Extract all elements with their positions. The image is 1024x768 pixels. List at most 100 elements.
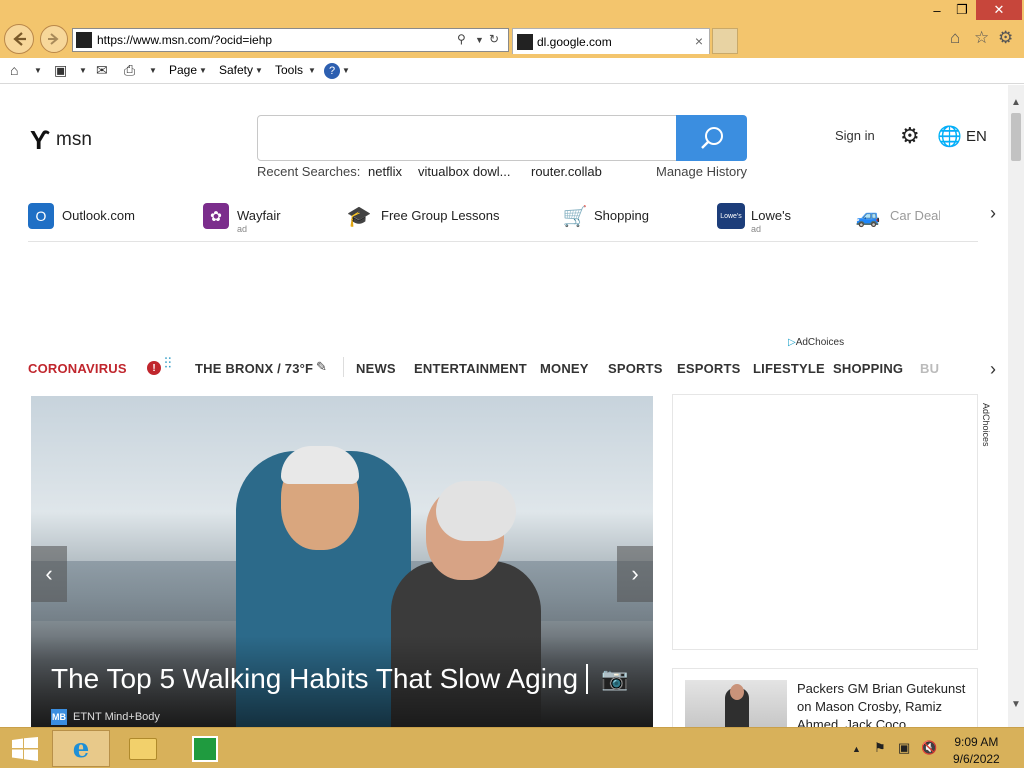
quicklink-label: Shopping bbox=[594, 208, 649, 223]
quicklink-car-deal[interactable]: 🚙 Car Deal bbox=[855, 203, 940, 237]
ad-slot[interactable]: AdChoices bbox=[672, 394, 991, 650]
wayfair-icon: ✿ bbox=[203, 203, 229, 229]
quicklink-label: Outlook.com bbox=[62, 208, 135, 223]
search-icon[interactable]: ⚲ bbox=[457, 32, 466, 46]
print-dropdown-icon[interactable]: ▼ bbox=[149, 66, 157, 75]
hero-image-figure bbox=[281, 446, 359, 484]
feed-dropdown-icon[interactable]: ▼ bbox=[79, 66, 87, 75]
scroll-up-icon[interactable]: ▲ bbox=[1011, 97, 1021, 108]
page-menu[interactable]: Page bbox=[169, 63, 197, 77]
quicklink-outlook[interactable]: O Outlook.com bbox=[28, 203, 148, 237]
msn-butterfly-icon[interactable]: ϒ bbox=[30, 125, 50, 156]
rain-weather-icon: ⫶⫶ bbox=[164, 355, 172, 372]
nav-shopping[interactable]: SHOPPING bbox=[833, 361, 903, 376]
windows-logo-icon bbox=[12, 736, 38, 761]
nav-next-arrow-icon[interactable]: › bbox=[990, 359, 996, 380]
taskbar-store[interactable] bbox=[176, 730, 234, 767]
search-input[interactable] bbox=[257, 115, 677, 161]
adchoices-label: AdChoices bbox=[795, 337, 845, 348]
news-card[interactable]: Packers GM Brian Gutekunst on Mason Cros… bbox=[672, 668, 978, 727]
nav-esports[interactable]: ESPORTS bbox=[677, 361, 741, 376]
edit-pencil-icon[interactable]: ✎ bbox=[316, 359, 327, 375]
browser-titlebar: https://www.msn.com/?ocid=iehp ⚲ ▼ ↻ dl.… bbox=[0, 0, 1024, 58]
adchoices-link[interactable]: ▷AdChoices bbox=[788, 337, 844, 348]
vertical-scrollbar[interactable]: ▲ ▼ bbox=[1008, 85, 1024, 727]
quicklink-lowes[interactable]: Lowe's Lowe's ad bbox=[717, 203, 807, 237]
store-icon bbox=[192, 735, 218, 762]
favorites-star-icon[interactable]: ☆ bbox=[974, 28, 989, 48]
restore-button[interactable]: ❐ bbox=[950, 0, 974, 20]
chevron-down-icon: ▼ bbox=[308, 66, 316, 75]
nav-business[interactable]: BU bbox=[920, 361, 939, 376]
nav-lifestyle[interactable]: LIFESTYLE bbox=[753, 361, 825, 376]
ad-label: ad bbox=[237, 224, 248, 234]
back-button[interactable] bbox=[4, 24, 34, 54]
hero-source[interactable]: ETNT Mind+Body bbox=[73, 711, 160, 723]
close-window-button[interactable]: ✕ bbox=[976, 0, 1022, 20]
carousel-prev-button[interactable]: ‹ bbox=[31, 546, 67, 602]
nav-entertainment[interactable]: ENTERTAINMENT bbox=[414, 361, 527, 376]
gear-icon[interactable]: ⚙ bbox=[900, 123, 920, 149]
system-clock[interactable]: 9:09 AM 9/6/2022 bbox=[953, 734, 1000, 768]
network-icon[interactable]: ▣ bbox=[898, 740, 910, 756]
home-dropdown-icon[interactable]: ▼ bbox=[34, 66, 42, 75]
recent-search-item[interactable]: netflix bbox=[368, 164, 402, 179]
search-button[interactable] bbox=[676, 115, 747, 161]
nav-sports[interactable]: SPORTS bbox=[608, 361, 663, 376]
manage-history-link[interactable]: Manage History bbox=[656, 164, 747, 179]
address-bar[interactable]: https://www.msn.com/?ocid=iehp ⚲ ▼ ↻ bbox=[72, 28, 509, 52]
safety-menu[interactable]: Safety bbox=[219, 63, 253, 77]
globe-icon[interactable]: 🌐 bbox=[937, 124, 962, 149]
dropdown-icon[interactable]: ▼ bbox=[475, 35, 484, 45]
quicklink-label: Wayfair bbox=[237, 208, 281, 223]
new-tab-button[interactable] bbox=[712, 28, 738, 54]
quicklink-free-group-lessons[interactable]: 🎓 Free Group Lessons bbox=[346, 203, 506, 237]
rss-feed-icon[interactable]: ▣ bbox=[54, 62, 67, 79]
quicklink-wayfair[interactable]: ✿ Wayfair ad bbox=[203, 203, 303, 237]
language-selector[interactable]: EN bbox=[966, 128, 987, 145]
search-icon bbox=[700, 127, 723, 149]
quicklinks-next-arrow-icon[interactable]: › bbox=[990, 203, 996, 224]
home-icon[interactable]: ⌂ bbox=[10, 62, 18, 78]
tools-menu[interactable]: Tools bbox=[275, 63, 303, 77]
mail-icon[interactable]: ✉ bbox=[96, 62, 108, 79]
news-card-title[interactable]: Packers GM Brian Gutekunst on Mason Cros… bbox=[797, 680, 967, 727]
nav-weather[interactable]: THE BRONX / 73°F bbox=[195, 361, 313, 376]
nav-coronavirus[interactable]: CORONAVIRUS bbox=[28, 361, 127, 376]
recent-search-item[interactable]: vitualbox dowl... bbox=[418, 164, 511, 179]
recent-search-item[interactable]: router.collab bbox=[531, 164, 602, 179]
quicklink-label: Free Group Lessons bbox=[381, 208, 500, 223]
carousel-next-button[interactable]: › bbox=[617, 546, 653, 602]
action-center-flag-icon[interactable]: ⚑ bbox=[874, 740, 886, 756]
taskbar-internet-explorer[interactable]: e bbox=[52, 730, 110, 767]
msn-logo-text[interactable]: msn bbox=[56, 129, 92, 151]
adchoices-vertical-label[interactable]: AdChoices bbox=[981, 403, 991, 447]
refresh-icon[interactable]: ↻ bbox=[489, 32, 499, 46]
taskbar-file-explorer[interactable] bbox=[114, 730, 172, 767]
scrollbar-thumb[interactable] bbox=[1011, 113, 1021, 161]
volume-muted-icon[interactable]: 🔇 bbox=[921, 740, 937, 756]
tab-dl-google[interactable]: dl.google.com × bbox=[512, 28, 710, 54]
help-icon[interactable]: ? bbox=[324, 63, 340, 79]
help-dropdown-icon[interactable]: ▼ bbox=[342, 66, 350, 75]
show-hidden-icons-icon[interactable]: ▲ bbox=[852, 744, 861, 754]
hero-headline[interactable]: The Top 5 Walking Habits That Slow Aging bbox=[51, 663, 578, 695]
start-button[interactable] bbox=[4, 730, 46, 767]
close-tab-icon[interactable]: × bbox=[695, 33, 703, 49]
thumbnail-figure bbox=[730, 684, 744, 700]
nav-news[interactable]: NEWS bbox=[356, 361, 396, 376]
nav-money[interactable]: MONEY bbox=[540, 361, 589, 376]
forward-button[interactable] bbox=[40, 25, 68, 53]
shopping-cart-icon: 🛒 bbox=[562, 203, 588, 229]
home-icon[interactable]: ⌂ bbox=[950, 28, 960, 48]
quicklink-shopping[interactable]: 🛒 Shopping bbox=[562, 203, 662, 237]
minimize-button[interactable]: – bbox=[922, 0, 952, 20]
settings-gear-icon[interactable]: ⚙ bbox=[998, 28, 1013, 48]
clock-time: 9:09 AM bbox=[954, 735, 999, 749]
sign-in-link[interactable]: Sign in bbox=[835, 128, 875, 143]
print-icon[interactable]: ⎙ bbox=[124, 62, 135, 79]
address-url[interactable]: https://www.msn.com/?ocid=iehp bbox=[97, 33, 272, 47]
hero-carousel[interactable]: ‹ › The Top 5 Walking Habits That Slow A… bbox=[31, 396, 653, 727]
internet-explorer-icon: e bbox=[72, 733, 90, 764]
scroll-down-icon[interactable]: ▼ bbox=[1011, 699, 1021, 710]
